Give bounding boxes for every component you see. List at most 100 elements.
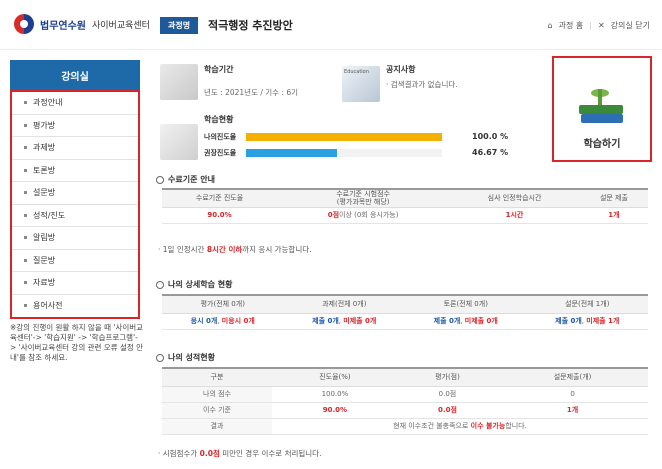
cell-a: 제출 0개 xyxy=(312,317,339,325)
site-logo[interactable]: 법무연수원 사이버교육센터 xyxy=(14,14,150,34)
table-header: 과제(전체 0개) xyxy=(283,294,405,314)
table-header: 설문 제출 xyxy=(579,188,648,208)
table-cell: 제출 0개, 미제출 0개 xyxy=(283,313,405,330)
table-row: 이수 기준 90.0% 0.0점 1개 xyxy=(162,402,648,419)
course-home-link[interactable]: 과정 홈 xyxy=(559,20,584,31)
home-icon: ⌂ xyxy=(547,21,553,30)
table-header-row: 구분 진도율(%) 평가(점) 설문제출(개) xyxy=(162,367,648,387)
completion-title: 수료기준 안내 xyxy=(168,175,215,184)
progress-track xyxy=(246,149,442,157)
sidebar-item-notice[interactable]: 알림방 xyxy=(12,227,138,250)
cell-b: 미응시 0개 xyxy=(221,317,255,325)
my-progress-value: 100.0 % xyxy=(472,132,509,141)
table-cell: 1개 xyxy=(579,207,648,224)
status-label: 학습현황 xyxy=(204,115,234,124)
education-thumbnail: Education xyxy=(342,66,380,102)
note-text: 까지 응시 가능합니다. xyxy=(242,245,312,254)
sidebar-item-label: 설문방 xyxy=(33,188,56,198)
study-button-label: 학습하기 xyxy=(583,139,621,150)
table-row: 결과 현재 이수조건 불충족으로 이수 불가능합니다. xyxy=(162,418,648,435)
section-circle-icon xyxy=(156,175,164,184)
bullet-icon xyxy=(24,146,27,150)
table-header: 평가(점) xyxy=(397,367,498,387)
cell-a: 제출 0개 xyxy=(433,317,461,325)
recommended-progress-bar xyxy=(246,149,338,157)
sidebar-note: ※강의 진행이 원활 하지 않을 때 '사이버교육센터'-> '학습지원' ->… xyxy=(10,323,144,362)
sidebar-item-assignment[interactable]: 과제방 xyxy=(12,137,138,160)
table-cell: 제출 0개, 미제출 0개 xyxy=(405,313,527,330)
bullet-icon xyxy=(24,236,27,240)
table-header-row: 평가(전체 0개) 과제(전체 0개) 토론(전체 0개) 설문(전체 1개) xyxy=(162,294,648,314)
sidebar-item-glossary[interactable]: 용어사전 xyxy=(12,294,138,317)
study-button[interactable]: 학습하기 xyxy=(552,56,652,162)
close-icon: ✕ xyxy=(597,21,605,30)
cell-b: 미제출 0개 xyxy=(343,317,377,325)
sidebar-item-question[interactable]: 질문방 xyxy=(12,249,138,272)
result-text: 현재 이수조건 불충족으로 xyxy=(393,422,471,430)
table-cell: 0 xyxy=(497,386,648,403)
sidebar-item-label: 과정안내 xyxy=(33,98,63,108)
close-classroom-link[interactable]: 강의실 닫기 xyxy=(611,20,650,31)
table-cell: 100.0% xyxy=(272,386,398,403)
sidebar-item-grades[interactable]: 성적/진도 xyxy=(12,204,138,227)
section-circle-icon xyxy=(156,353,164,362)
note-text: · 시험점수가 xyxy=(158,449,200,458)
table-header: 토론(전체 0개) xyxy=(405,294,527,314)
table-header: 구분 xyxy=(162,367,272,387)
table-cell: 0.0점 xyxy=(397,386,498,403)
education-thumb-text: Education xyxy=(344,69,369,75)
logo-sub: 사이버교육센터 xyxy=(92,20,150,31)
row-label: 이수 기준 xyxy=(162,402,272,419)
sidebar-item-label: 평가방 xyxy=(33,120,56,130)
books-icon xyxy=(577,87,627,127)
table-row: 응시 0개, 미응시 0개 제출 0개, 미제출 0개 제출 0개, 미제출 0… xyxy=(162,313,648,330)
recommended-progress-row: 권장진도율 xyxy=(204,148,442,158)
sidebar-item-label: 성적/진도 xyxy=(33,210,66,220)
grades-title: 나의 성적현황 xyxy=(168,353,215,362)
sidebar-item-evaluation[interactable]: 평가방 xyxy=(12,114,138,137)
detail-section-title: 나의 상세학습 현황 xyxy=(156,279,232,290)
table-cell: 0점이상 (0회 응시가능) xyxy=(277,207,450,224)
cell-b: 미제출 0개 xyxy=(464,317,498,325)
sidebar-item-label: 용어사전 xyxy=(33,301,63,311)
note-text: 미만인 경우 이수로 처리됩니다. xyxy=(219,449,322,458)
progress-track xyxy=(246,133,442,141)
note-text: · 1일 인정시간 xyxy=(158,245,207,254)
sidebar-item-resources[interactable]: 자료방 xyxy=(12,272,138,295)
bullet-icon xyxy=(24,191,27,195)
progress-name: 나의진도율 xyxy=(204,133,237,141)
sidebar-menu: 과정안내 평가방 과제방 토론방 설문방 성적/진도 알림방 질문방 자료방 용… xyxy=(10,90,140,319)
sidebar-item-survey[interactable]: 설문방 xyxy=(12,182,138,205)
table-header: 진도율(%) xyxy=(272,367,398,387)
table-row: 90.0% 0점이상 (0회 응시가능) 1시간 1개 xyxy=(162,207,648,224)
cell-a: 응시 0개 xyxy=(190,317,218,325)
sidebar-item-course-info[interactable]: 과정안내 xyxy=(12,92,138,115)
study-period-value: 년도 : 2021년도 / 기수 : 6기 xyxy=(204,88,299,97)
sidebar-item-discussion[interactable]: 토론방 xyxy=(12,159,138,182)
table-cell: 0.0점 xyxy=(397,402,498,419)
bullet-icon xyxy=(24,258,27,262)
row-label: 결과 xyxy=(162,418,272,435)
page-header: 법무연수원 사이버교육센터 과정명 적극행정 추진방안 ⌂ 과정 홈 | ✕ 강… xyxy=(0,0,662,50)
completion-section-title: 수료기준 안내 xyxy=(156,174,215,185)
bullet-icon xyxy=(24,281,27,285)
top-nav: ⌂ 과정 홈 | ✕ 강의실 닫기 xyxy=(548,20,650,31)
table-header: 수료기준 진도율 xyxy=(162,188,278,208)
table-header: 수료기준 시험점수 (평가과목만 해당) xyxy=(277,188,450,208)
sidebar-item-label: 토론방 xyxy=(33,165,56,175)
cell-a: 제출 0개 xyxy=(555,317,582,325)
study-period-label: 학습기간 xyxy=(204,65,234,74)
course-title: 적극행정 추진방안 xyxy=(208,19,293,32)
cell-b: 미제출 1개 xyxy=(586,317,620,325)
detail-table: 평가(전체 0개) 과제(전체 0개) 토론(전체 0개) 설문(전체 1개) … xyxy=(162,294,648,330)
study-period: 학습기간 년도 : 2021년도 / 기수 : 6기 xyxy=(204,64,298,98)
exam-score: 0점 xyxy=(327,211,340,219)
notice-label[interactable]: 공지사항 xyxy=(386,64,458,75)
bullet-icon xyxy=(24,168,27,172)
course-tag: 과정명 xyxy=(160,17,199,34)
sidebar: 강의실 과정안내 평가방 과제방 토론방 설문방 성적/진도 알림방 질문방 자… xyxy=(10,60,143,363)
table-cell: 제출 0개, 미제출 1개 xyxy=(526,313,648,330)
my-progress-bar xyxy=(246,133,442,141)
calendar-icon xyxy=(160,64,198,100)
recommended-progress-value: 46.67 % xyxy=(472,148,509,157)
